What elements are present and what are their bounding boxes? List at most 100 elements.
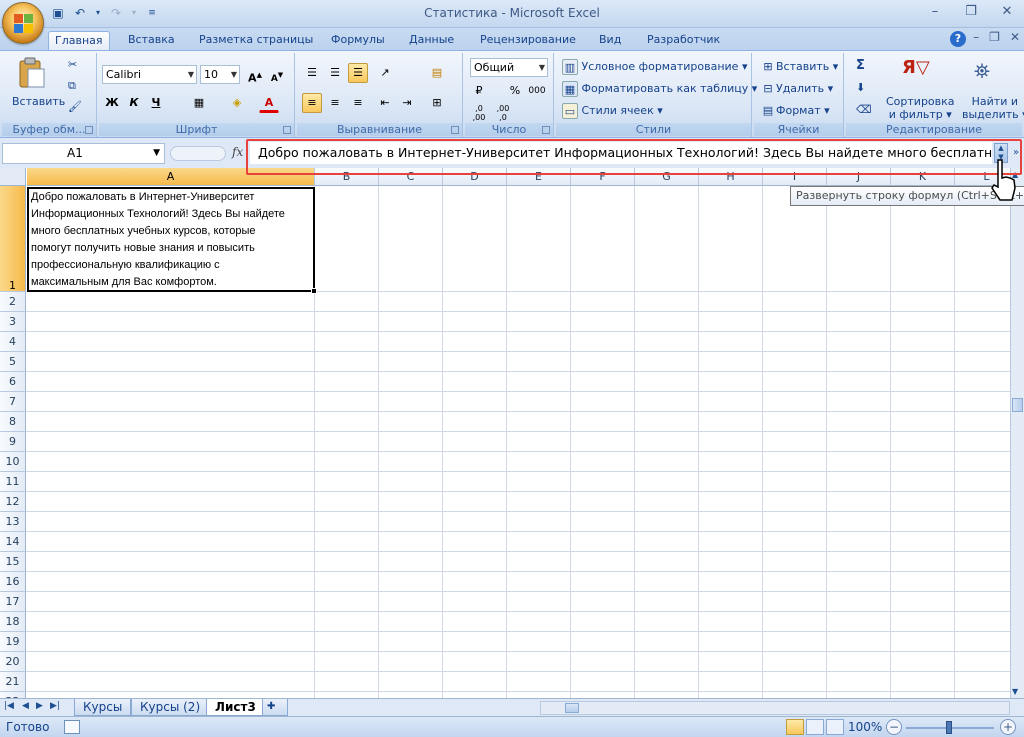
number-launcher-icon[interactable] [542, 126, 550, 134]
clear-icon[interactable]: ⌫ [856, 103, 872, 116]
row-header-9[interactable]: 9 [0, 432, 26, 452]
format-cells-button[interactable]: ▤ Формат ▾ [760, 103, 830, 119]
insert-cells-button[interactable]: ⊞ Вставить ▾ [760, 59, 838, 75]
scroll-down-icon[interactable]: ▼ [1012, 687, 1018, 696]
tab-developer[interactable]: Разработчик [641, 31, 726, 50]
align-top-icon[interactable]: ☰ [302, 63, 322, 83]
workbook-restore-button[interactable]: ❐ [989, 30, 1000, 44]
format-as-table-button[interactable]: ▦ Форматировать как таблицу ▾ [562, 81, 757, 97]
cut-icon[interactable]: ✂ [68, 58, 77, 71]
zoom-slider-thumb[interactable] [946, 721, 952, 734]
tab-page-layout[interactable]: Разметка страницы [193, 31, 319, 50]
zoom-in-icon[interactable]: + [1000, 719, 1016, 735]
autosum-button[interactable]: Σ [856, 58, 865, 73]
row-header-1[interactable]: 1 [0, 186, 26, 292]
horizontal-scroll-thumb[interactable] [565, 703, 579, 713]
row-header-8[interactable]: 8 [0, 412, 26, 432]
decrease-decimal-icon[interactable]: ,00,0 [493, 103, 513, 123]
clipboard-launcher-icon[interactable] [85, 126, 93, 134]
office-button[interactable] [2, 2, 44, 44]
sheet-tab-list3[interactable]: Лист3 [206, 699, 265, 716]
row-header-21[interactable]: 21 [0, 672, 26, 692]
font-launcher-icon[interactable] [283, 126, 291, 134]
vertical-scrollbar[interactable]: ▲ ▼ [1010, 168, 1024, 698]
wrap-text-icon[interactable]: ▤ [427, 63, 447, 83]
fill-handle[interactable] [311, 288, 317, 294]
copy-icon[interactable]: ⧉ [68, 79, 76, 93]
conditional-formatting-button[interactable]: ▥ Условное форматирование ▾ [562, 59, 747, 75]
font-size-combo[interactable]: 10 ▼ [200, 65, 240, 84]
borders-icon[interactable]: ▦ [189, 93, 209, 113]
horizontal-scrollbar[interactable] [540, 701, 1010, 715]
font-color-icon[interactable]: A [259, 93, 279, 113]
row-header-7[interactable]: 7 [0, 392, 26, 412]
macro-record-icon[interactable] [64, 720, 80, 734]
row-header-12[interactable]: 12 [0, 492, 26, 512]
align-center-icon[interactable]: ≡ [325, 93, 345, 113]
close-button[interactable]: ✕ [996, 4, 1018, 20]
row-header-19[interactable]: 19 [0, 632, 26, 652]
normal-view-icon[interactable] [786, 719, 804, 735]
fill-icon[interactable]: ⬇ [856, 81, 865, 94]
cell-styles-button[interactable]: ▭ Стили ячеек ▾ [562, 103, 663, 119]
tab-data[interactable]: Данные [403, 31, 460, 50]
tab-home[interactable]: Главная [48, 31, 110, 50]
format-painter-icon[interactable]: 🖌 [68, 100, 82, 113]
align-bottom-icon[interactable]: ☰ [348, 63, 368, 83]
help-icon[interactable]: ? [950, 31, 966, 47]
prev-sheet-icon[interactable]: ◀ [22, 701, 29, 711]
sort-filter-button[interactable]: Сортировка и фильтр ▾ [886, 95, 955, 121]
name-box[interactable]: A1 ▼ [2, 143, 165, 164]
sort-filter-icon[interactable]: Я▽ [902, 57, 932, 85]
align-middle-icon[interactable]: ☰ [325, 63, 345, 83]
tab-view[interactable]: Вид [593, 31, 627, 50]
zoom-level[interactable]: 100% [848, 720, 882, 734]
align-left-icon[interactable]: ≡ [302, 93, 322, 113]
row-header-5[interactable]: 5 [0, 352, 26, 372]
tab-review[interactable]: Рецензирование [474, 31, 582, 50]
vertical-scroll-thumb[interactable] [1012, 398, 1023, 412]
paste-icon[interactable] [16, 57, 46, 89]
workbook-minimize-button[interactable]: – [973, 30, 979, 44]
row-header-14[interactable]: 14 [0, 532, 26, 552]
select-all-corner[interactable] [0, 168, 26, 186]
find-select-button[interactable]: Найти ивыделить ▾ [962, 95, 1024, 121]
grow-font-button[interactable]: A▲ [245, 65, 265, 85]
row-header-15[interactable]: 15 [0, 552, 26, 572]
row-header-16[interactable]: 16 [0, 572, 26, 592]
number-format-combo[interactable]: Общий ▼ [470, 58, 548, 77]
row-header-3[interactable]: 3 [0, 312, 26, 332]
tab-formulas[interactable]: Формулы [325, 31, 391, 50]
row-header-11[interactable]: 11 [0, 472, 26, 492]
formula-bar-splitter[interactable] [170, 146, 226, 161]
row-header-13[interactable]: 13 [0, 512, 26, 532]
tab-insert[interactable]: Вставка [122, 31, 181, 50]
row-header-4[interactable]: 4 [0, 332, 26, 352]
merge-center-icon[interactable]: ⊞ [427, 93, 447, 113]
row-header-18[interactable]: 18 [0, 612, 26, 632]
restore-button[interactable]: ❐ [960, 4, 982, 20]
shrink-font-button[interactable]: A▼ [267, 65, 287, 85]
sheet-tab-kursy[interactable]: Курсы [74, 699, 132, 716]
bold-button[interactable]: Ж [102, 93, 122, 113]
last-sheet-icon[interactable]: ▶| [50, 701, 60, 711]
next-sheet-icon[interactable]: ▶ [36, 701, 43, 711]
insert-sheet-icon[interactable]: ✚ [262, 699, 288, 716]
increase-indent-icon[interactable]: ⇥ [397, 93, 417, 113]
font-name-combo[interactable]: Calibri ▼ [102, 65, 197, 84]
row-header-2[interactable]: 2 [0, 292, 26, 312]
row-header-20[interactable]: 20 [0, 652, 26, 672]
page-break-view-icon[interactable] [826, 719, 844, 735]
underline-button[interactable]: Ч [146, 93, 166, 113]
increase-decimal-icon[interactable]: ,0,00 [469, 103, 489, 123]
row-header-6[interactable]: 6 [0, 372, 26, 392]
orientation-icon[interactable]: ↗ [375, 63, 395, 83]
cell-a1[interactable]: Добро пожаловать в Интернет-Университет … [27, 187, 315, 292]
percent-button[interactable]: % [505, 81, 525, 101]
zoom-out-icon[interactable]: − [886, 719, 902, 735]
align-right-icon[interactable]: ≡ [348, 93, 368, 113]
workbook-close-button[interactable]: ✕ [1010, 30, 1020, 44]
paste-button[interactable]: Вставить [12, 95, 65, 108]
sheet-tab-kursy-2[interactable]: Курсы (2) [131, 699, 210, 716]
alignment-launcher-icon[interactable] [451, 126, 459, 134]
